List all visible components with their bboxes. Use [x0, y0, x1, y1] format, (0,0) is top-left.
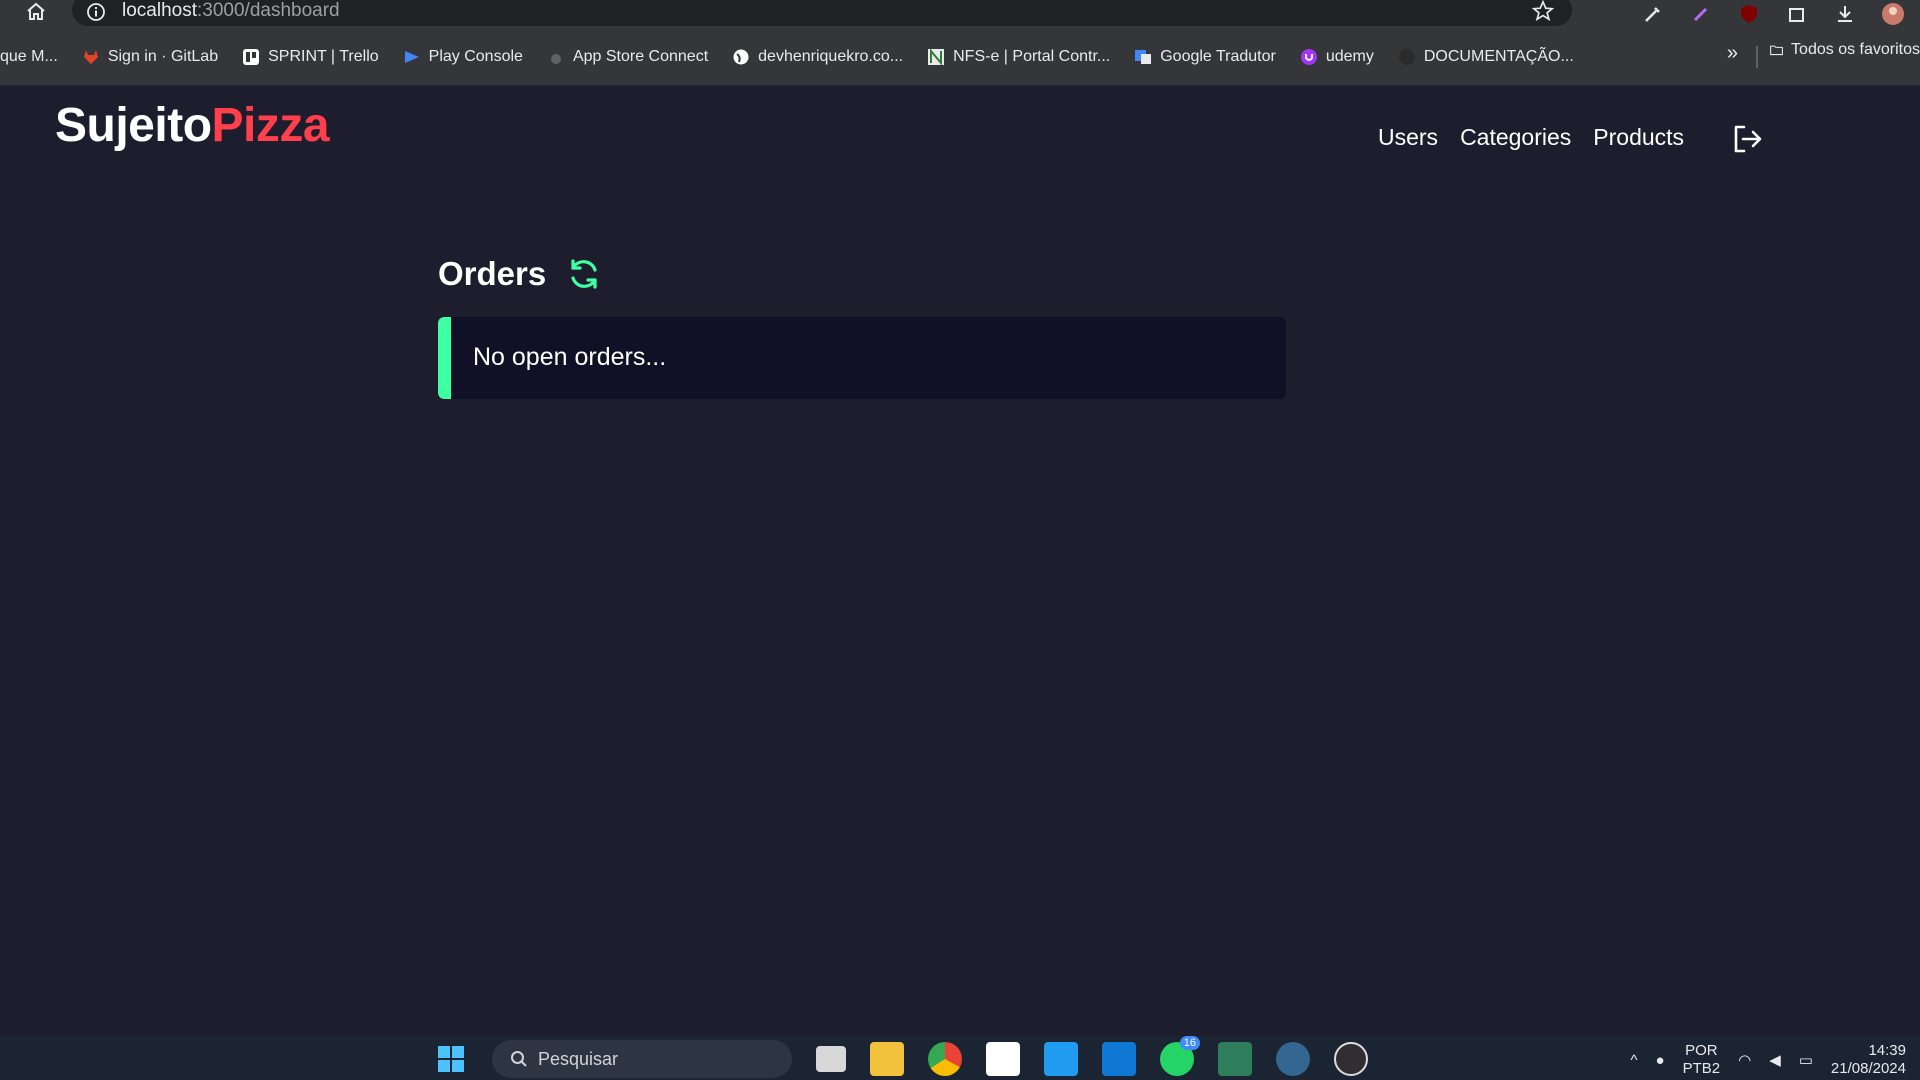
- clock-time: 14:39: [1868, 1042, 1906, 1059]
- ms-store-icon[interactable]: [986, 1042, 1020, 1076]
- globe-icon: [733, 49, 749, 64]
- file-explorer-icon[interactable]: [870, 1042, 904, 1076]
- bookmark-item[interactable]: Play Console: [391, 41, 535, 73]
- bookmark-label: udemy: [1325, 47, 1374, 65]
- input-language[interactable]: POR PTB2: [1683, 1042, 1721, 1078]
- obs-icon[interactable]: [1334, 1042, 1368, 1076]
- nav-users[interactable]: Users: [1378, 124, 1438, 151]
- taskbar-clock[interactable]: 14:39 21/08/2024: [1831, 1042, 1906, 1078]
- status-accent-bar: [438, 317, 451, 399]
- bookmark-label: SPRINT | Trello: [268, 47, 379, 65]
- browser-toolbar: localhost:3000/dashboard: [0, 0, 1920, 28]
- empty-orders-message: No open orders...: [473, 343, 667, 371]
- chrome-icon[interactable]: [928, 1042, 962, 1076]
- empty-orders-card: No open orders...: [438, 317, 1286, 399]
- url-path: :3000/dashboard: [197, 0, 340, 21]
- language-code: POR: [1685, 1042, 1718, 1059]
- home-icon[interactable]: [22, 0, 50, 22]
- task-view-icon[interactable]: [816, 1046, 846, 1072]
- keyboard-layout: PTB2: [1682, 1060, 1721, 1077]
- more-bookmarks-button[interactable]: »: [1727, 42, 1738, 65]
- url-text[interactable]: localhost:3000/dashboard: [122, 0, 340, 22]
- bookmark-label: Sign in · GitLab: [107, 47, 219, 65]
- google-translate-icon: [1135, 49, 1152, 64]
- nav-products[interactable]: Products: [1593, 124, 1684, 151]
- bookmark-item[interactable]: SPRINT | Trello: [230, 41, 391, 73]
- bookmark-item[interactable]: DOCUMENTAÇÃO...: [1386, 41, 1586, 73]
- microphone-icon[interactable]: ●: [1656, 1052, 1665, 1069]
- folder-icon: [1770, 45, 1783, 56]
- ublock-extension-icon[interactable]: [1736, 3, 1762, 25]
- bookmark-item[interactable]: Google Tradutor: [1122, 41, 1288, 73]
- nav-categories[interactable]: Categories: [1460, 124, 1571, 151]
- site-info-icon[interactable]: [86, 2, 106, 22]
- gitlab-icon: [83, 49, 98, 64]
- system-tray: ^ ● POR PTB2 ◠ ◀ ▭ 14:39 21/08/2024: [1630, 1042, 1906, 1078]
- volume-icon[interactable]: ◀: [1769, 1051, 1781, 1069]
- logout-icon[interactable]: [1732, 124, 1764, 154]
- bookmark-item[interactable]: que M...: [0, 41, 70, 73]
- spreadsheet-app-icon[interactable]: [1218, 1042, 1252, 1076]
- eyedropper-extension-icon[interactable]: [1640, 3, 1666, 25]
- bookmark-label: NFS-e | Portal Contr...: [953, 47, 1111, 65]
- profile-avatar-icon[interactable]: [1880, 3, 1906, 25]
- logo-part-sujeito: Sujeito: [55, 99, 212, 152]
- bookmark-label: App Store Connect: [572, 47, 709, 65]
- battery-icon[interactable]: ▭: [1799, 1051, 1813, 1069]
- clock-date: 21/08/2024: [1830, 1060, 1906, 1077]
- logo-part-pizza: Pizza: [211, 99, 330, 152]
- search-icon: [511, 1051, 527, 1067]
- bookmark-label: DOCUMENTAÇÃO...: [1423, 47, 1574, 65]
- bookmark-star-icon[interactable]: [1532, 0, 1554, 22]
- search-placeholder: Pesquisar: [538, 1048, 619, 1069]
- nfse-icon: [928, 47, 945, 66]
- outlook-icon[interactable]: [1102, 1042, 1136, 1076]
- taskbar-search[interactable]: Pesquisar: [492, 1040, 792, 1078]
- vscode-icon[interactable]: [1044, 1042, 1078, 1076]
- bookmark-label: devhenriquekro.co...: [758, 47, 904, 65]
- whatsapp-icon[interactable]: 16: [1160, 1036, 1200, 1076]
- bookmark-label: Google Tradutor: [1160, 47, 1276, 65]
- play-console-icon: [404, 50, 419, 63]
- app-logo[interactable]: SujeitoPizza: [55, 98, 330, 153]
- bookmark-item[interactable]: udemy: [1288, 41, 1386, 73]
- bookmark-label: que M...: [0, 47, 58, 65]
- folder-label: Todos os favoritos: [1791, 41, 1920, 58]
- bookmarks-bar: que M... Sign in · GitLab SPRINT | Trell…: [0, 28, 1920, 86]
- bookmark-item[interactable]: devhenriquekro.co...: [720, 41, 915, 73]
- trello-icon: [243, 48, 260, 65]
- postgres-icon[interactable]: [1276, 1042, 1310, 1076]
- windows-taskbar: Pesquisar 16 ^ ● POR PTB2 ◠ ◀ ▭ 14:39 21…: [0, 1036, 1920, 1080]
- feather-extension-icon[interactable]: [1688, 3, 1714, 25]
- bookmark-label: Play Console: [428, 47, 523, 65]
- all-bookmarks-folder[interactable]: Todos os favoritos: [1770, 41, 1920, 59]
- main-nav: Users Categories Products: [1378, 124, 1684, 151]
- apple-icon: [550, 53, 561, 64]
- whatsapp-badge: 16: [1179, 1036, 1200, 1050]
- address-bar[interactable]: localhost:3000/dashboard: [72, 0, 1572, 26]
- refresh-icon[interactable]: [566, 256, 602, 292]
- bookmark-item[interactable]: Sign in · GitLab: [70, 41, 230, 73]
- download-icon[interactable]: [1832, 3, 1858, 25]
- windows-start-icon[interactable]: [434, 1042, 468, 1076]
- udemy-icon: [1300, 48, 1317, 65]
- bookmark-item[interactable]: App Store Connect: [535, 41, 720, 73]
- bookmark-item[interactable]: NFS-e | Portal Contr...: [915, 41, 1122, 73]
- chevron-up-icon[interactable]: ^: [1630, 1052, 1637, 1069]
- extensions-puzzle-icon[interactable]: [1784, 3, 1810, 25]
- github-icon: [1398, 48, 1415, 65]
- url-host: localhost: [122, 0, 197, 21]
- bookmarks-separator: [1756, 46, 1758, 68]
- wifi-icon[interactable]: ◠: [1738, 1051, 1751, 1069]
- orders-title: Orders: [438, 255, 547, 292]
